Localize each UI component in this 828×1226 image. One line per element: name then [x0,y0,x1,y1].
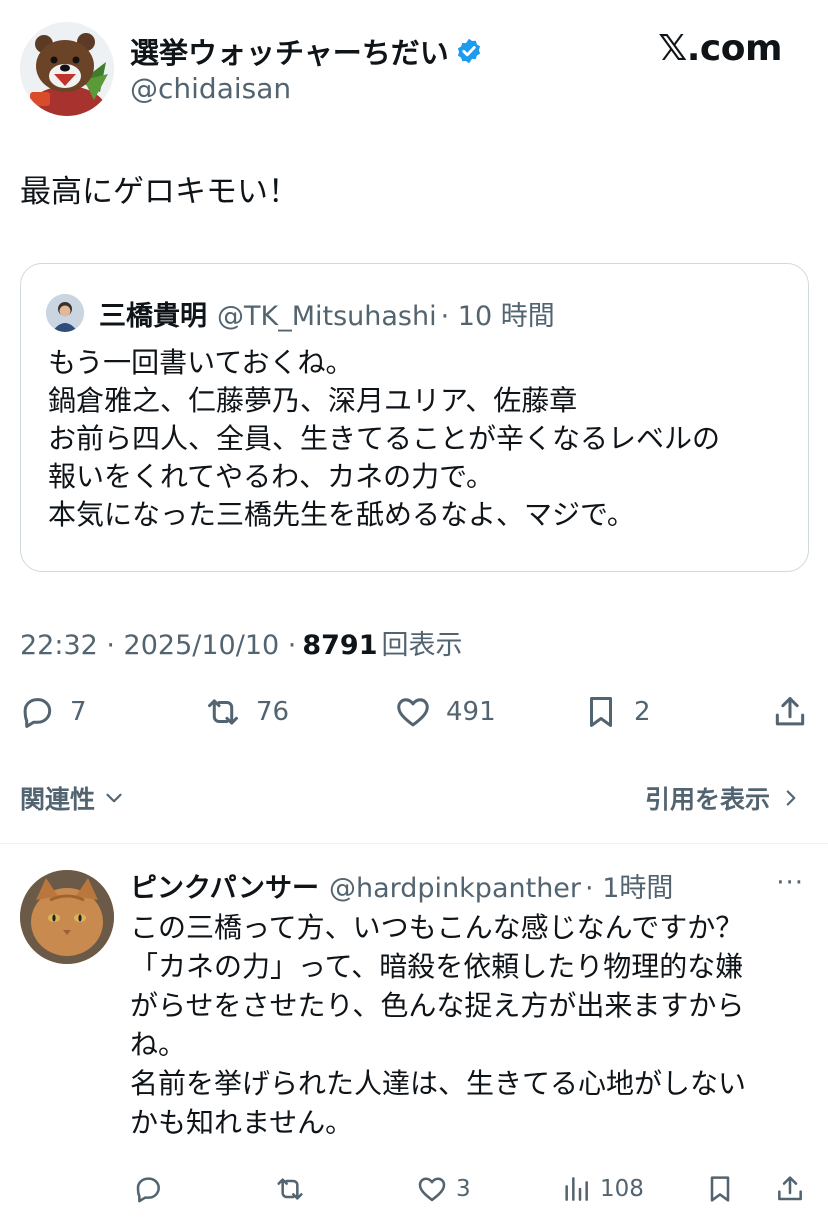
quote-author-name[interactable]: 三橋貴明 [99,294,207,333]
repost-count: 76 [256,697,290,727]
view-quotes-label: 引用を表示 [644,785,770,814]
quote-header: 三橋貴明 @TK_Mitsuhashi · 10 時間 [99,294,555,333]
share-icon [778,1176,802,1201]
sort-relevance-dropdown[interactable]: 関連性 [20,780,127,816]
analytics-icon [565,1177,588,1201]
reply-author-handle[interactable]: @hardpinkpanther [329,873,581,904]
reply-line: 「カネの力」って、暗殺を依頼したり物理的な嫌 [130,950,744,983]
post-timestamp[interactable]: 22:32 · 2025/10/10 · 8791 回表示 [20,623,463,662]
views-count: 8791 [302,630,378,661]
repost-icon [277,1178,303,1200]
views-label: 回表示 [381,630,463,661]
quoted-post-card[interactable]: 三橋貴明 @TK_Mitsuhashi · 10 時間 もう一回書いておくね。 … [20,263,809,572]
quote-author-handle[interactable]: @TK_Mitsuhashi [217,301,437,332]
quote-author-avatar[interactable] [46,294,84,332]
reply-line: がらせをさせたり、色んな捉え方が出来ますから [130,989,745,1022]
post-text: 最高にゲロキモい！ [20,174,299,210]
repost-button[interactable]: 76 [204,692,289,732]
reply-body: この三橋って方、いつもこんな感じなんですか？ 「カネの力」って、暗殺を依頼したり… [130,908,810,1142]
chevron-down-icon [106,793,122,803]
more-options-button[interactable]: ··· [776,868,804,898]
bookmark-icon [589,697,613,727]
quote-body: もう一回書いておくね。 鍋倉雅之、仁藤夢乃、深月ユリア、佐藤章 お前ら四人、全員… [48,344,798,534]
reply-icon [23,698,52,728]
author-handle[interactable]: @chidaisan [130,72,291,105]
quote-line: 本気になった三橋先生を舐めるなよ、マジで。 [48,498,635,531]
reply-share-button[interactable] [774,1172,814,1206]
divider [0,843,828,844]
like-button[interactable]: 491 [394,692,496,732]
reply-view-count: 108 [600,1176,644,1202]
bookmark-button[interactable]: 2 [582,692,651,732]
quote-line: お前ら四人、全員、生きてることが辛くなるレベルの [48,422,721,455]
reply-reply-button[interactable] [132,1172,172,1206]
heart-icon [397,698,429,727]
reply-header: ピンクパンサー @hardpinkpanther · 1時間 [130,866,673,905]
quote-line: 報いをくれてやるわ、カネの力で。 [48,460,495,493]
view-quotes-link[interactable]: 引用を表示 [645,780,804,816]
bear-mascot-image [20,22,114,116]
reply-bookmark-button[interactable] [704,1172,744,1206]
reply-line: ね。 [130,1028,187,1061]
reply-icon [136,1177,160,1203]
bookmark-icon [710,1176,730,1202]
reply-button[interactable]: 7 [18,692,87,732]
quote-time: · 10 時間 [440,301,555,332]
heart-icon [418,1177,446,1202]
sort-label: 関連性 [20,785,96,814]
verified-badge-icon [457,38,480,64]
post-datetime[interactable]: 22:32 · 2025/10/10 · [20,630,296,661]
reply-like-count: 3 [456,1176,471,1202]
reply-count: 7 [70,697,87,727]
author-display-name-row[interactable]: 選挙ウォッチャーちだい [130,30,483,72]
site-logo-label: 𝕏.com [658,28,782,69]
repost-icon [208,699,238,725]
chevron-right-icon [786,790,796,806]
reply-time: · 1時間 [585,873,674,904]
reply-like-button[interactable]: 3 [416,1172,471,1206]
bookmark-count: 2 [634,697,651,727]
reply-author-name[interactable]: ピンクパンサー [130,866,319,905]
reply-views-button[interactable]: 108 [560,1172,644,1206]
reply-line: かも知れません。 [130,1106,354,1139]
share-icon [775,697,805,726]
person-photo-image [46,294,84,332]
reply-author-avatar[interactable] [20,870,114,964]
cat-photo-image [20,870,114,964]
author-avatar[interactable] [20,22,114,116]
author-display-name[interactable]: 選挙ウォッチャーちだい [130,30,449,72]
reply-line: この三橋って方、いつもこんな感じなんですか？ [130,911,744,944]
share-button[interactable] [771,692,823,732]
quote-line: もう一回書いておくね。 [48,346,354,379]
reply-line: 名前を挙げられた人達は、生きてる心地がしない [130,1067,747,1100]
quote-line: 鍋倉雅之、仁藤夢乃、深月ユリア、佐藤章 [48,384,578,417]
like-count: 491 [446,697,496,727]
reply-repost-button[interactable] [274,1172,314,1206]
